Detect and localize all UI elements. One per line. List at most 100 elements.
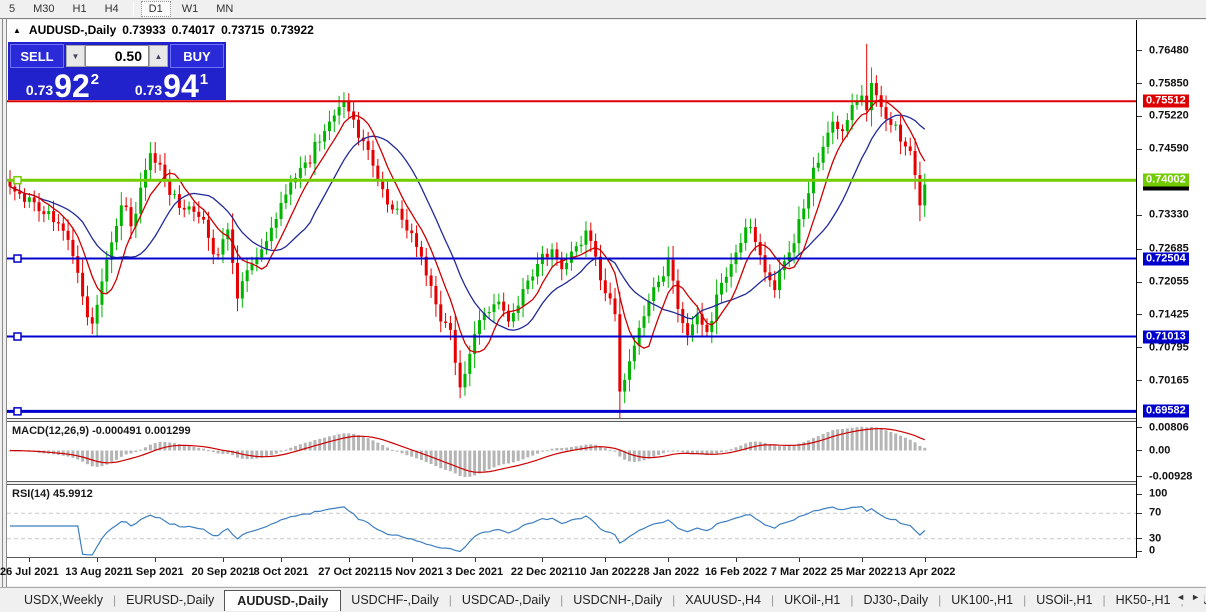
ohlc-open: 0.73933 [122,23,166,37]
candle [710,320,714,332]
timeframe-button-5[interactable]: 5 [2,2,22,16]
candle [821,146,825,163]
ask-price-button[interactable]: 0.73 94 1 [119,70,224,102]
tab-scroll-right-icon[interactable]: ► [1191,592,1200,602]
macd-histogram-bar [206,450,210,452]
timeframe-button-m30[interactable]: M30 [26,2,61,16]
candle [173,194,177,196]
volume-input[interactable]: 0.50 [85,45,149,67]
tab-usdcnh-daily[interactable]: USDCNH-,Daily [563,590,672,610]
tab-dj30-daily[interactable]: DJ30-,Daily [854,590,939,610]
tab-usdchf-daily[interactable]: USDCHF-,Daily [341,590,449,610]
macd-histogram-bar [492,450,496,468]
tab-usdcad-daily[interactable]: USDCAD-,Daily [452,590,560,610]
tab-audusd-daily[interactable]: AUDUSD-,Daily [224,589,342,611]
tab-xauusd-h4[interactable]: XAUUSD-,H4 [675,590,771,610]
macd-histogram-bar [521,450,525,460]
candle [47,211,51,215]
macd-histogram-bar [894,433,898,451]
tab-usoil-h1[interactable]: USOil-,H1 [1026,590,1102,610]
timeframe-button-h4[interactable]: H4 [98,2,126,16]
price-axis-label: 0.74002 [1143,173,1189,187]
tab-scroll-left-icon[interactable]: ◄ [1176,592,1185,602]
macd-histogram-bar [811,437,815,451]
volume-decrease-button[interactable]: ▼ [66,45,85,67]
candle [434,285,438,305]
candle [158,162,162,165]
price-axis-label: 0.75220 [1149,109,1189,122]
tab-eurusd-daily[interactable]: EURUSD-,Daily [116,590,224,610]
macd-histogram-bar [628,450,632,462]
window-left-border [2,19,3,612]
ma-fast-line [9,98,926,353]
macd-histogram-bar [608,449,612,451]
chart-title: ▲ AUDUSD-,Daily 0.73933 0.74017 0.73715 … [13,23,314,37]
macd-histogram-bar [192,446,196,451]
macd-histogram-bar [274,450,278,454]
macd-histogram-bar [807,440,811,451]
candle [32,197,36,203]
candle [816,162,820,168]
buy-button[interactable]: BUY [170,44,224,68]
macd-histogram-bar [129,450,133,454]
candle [545,253,549,258]
date-axis-label: 7 Mar 2022 [770,566,828,578]
candle [61,223,65,231]
macd-histogram-bar [836,429,840,451]
tab-hk50-h1[interactable]: HK50-,H1 [1106,590,1181,610]
candle [497,301,501,305]
candle [724,276,728,283]
macd-histogram-bar [448,450,452,472]
timeframe-button-h1[interactable]: H1 [66,2,94,16]
candle [202,216,206,220]
timeframe-button-d1[interactable]: D1 [140,1,171,17]
macd-histogram-bar [773,445,777,451]
tab-usdx-weekly[interactable]: USDX,Weekly [14,590,113,610]
rsi-axis-label: 70 [1149,506,1162,519]
timeframe-button-mn[interactable]: MN [209,2,240,16]
bid-price-button[interactable]: 0.73 92 2 [10,70,115,102]
candle [715,294,719,321]
candle [477,320,481,335]
macd-histogram-bar [618,450,622,457]
trading-terminal: 5 M30 H1 H4 D1 W1 MN MACD(12,26,9) -0.000491 0… [0,0,1206,612]
sell-button[interactable]: SELL [10,44,64,68]
macd-histogram-bar [502,450,506,465]
date-tick-mark [542,558,544,562]
candle [671,259,675,281]
candle [85,296,89,318]
macd-histogram-bar [511,450,515,463]
candle [603,280,607,294]
volume-increase-button[interactable]: ▲ [149,45,168,67]
caret-down-icon: ▼ [71,51,80,61]
candle [221,239,225,255]
macd-histogram-bar [110,450,114,463]
macd-histogram-bar [831,430,835,451]
tab-uk100-h1[interactable]: UK100-,H1 [941,590,1023,610]
chart-symbol-label: AUDUSD-,Daily [28,23,117,37]
candle [686,323,690,336]
panel-splitter[interactable] [7,481,1206,482]
macd-histogram-bar [381,444,385,451]
candle [526,280,530,290]
candle [400,208,404,220]
candle [419,246,423,257]
timeframe-button-w1[interactable]: W1 [175,2,206,16]
macd-histogram-bar [778,446,782,451]
collapse-icon[interactable]: ▲ [13,26,21,35]
tab-ukoil-h1[interactable]: UKOil-,H1 [774,590,850,610]
candle [845,120,849,132]
candle [269,227,273,242]
macd-histogram-bar [821,434,825,451]
macd-histogram-bar [95,450,99,467]
macd-histogram-bar [216,450,220,454]
rsi-panel[interactable]: RSI(14) 45.9912 [7,485,1136,557]
macd-histogram-bar [211,450,215,453]
candle [550,249,554,258]
macd-histogram-bar [90,450,94,467]
panel-splitter[interactable] [7,418,1206,419]
candle [850,104,854,121]
candle [318,141,322,143]
date-tick-mark [668,558,670,562]
macd-panel[interactable]: MACD(12,26,9) -0.000491 0.001299 [7,422,1136,481]
